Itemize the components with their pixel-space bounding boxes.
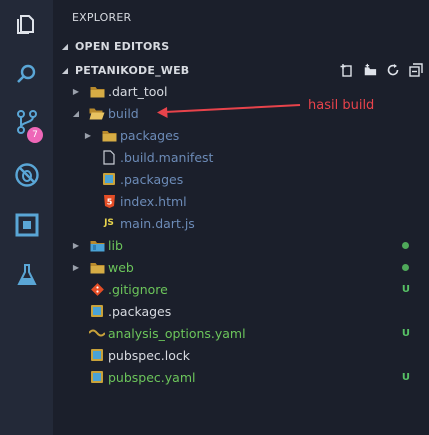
tree-file-row[interactable]: .packages: [53, 168, 429, 190]
git-status-badge: U: [401, 371, 410, 383]
chevron-down-icon: ◢: [61, 41, 69, 51]
dart-package-icon: [89, 347, 105, 363]
chevron-down-icon: ◢: [61, 65, 69, 75]
folder-icon: [101, 127, 117, 143]
tree-item-label: .build.manifest: [120, 149, 214, 165]
chevron-right-icon[interactable]: ▶: [71, 87, 81, 96]
open-editors-title: OPEN EDITORS: [75, 39, 170, 53]
tree-item-label: web: [108, 259, 134, 275]
extensions-icon[interactable]: [0, 203, 53, 247]
activity-bar: 7: [0, 0, 53, 435]
tree-folder-row[interactable]: ▶ packages: [53, 124, 429, 146]
folder-icon: [89, 83, 105, 99]
tree-item-label: pubspec.yaml: [108, 369, 196, 385]
svg-text:5: 5: [106, 197, 112, 206]
tree-file-row[interactable]: 5 index.html: [53, 190, 429, 212]
html5-icon: 5: [101, 193, 117, 209]
folder-icon: [89, 259, 105, 275]
annotation-label: hasil build: [308, 98, 375, 113]
javascript-icon: JS: [104, 218, 114, 228]
project-actions: [340, 60, 423, 80]
dart-package-icon: [101, 171, 117, 187]
dart-package-icon: [89, 369, 105, 385]
chevron-down-icon[interactable]: ◢: [71, 109, 81, 118]
yaml-icon: [89, 325, 105, 341]
annotation-arrow: [157, 104, 301, 118]
collapse-all-icon[interactable]: [409, 63, 423, 77]
tree-file-row[interactable]: .build.manifest: [53, 146, 429, 168]
project-section[interactable]: ◢ PETANIKODE_WEB: [53, 60, 429, 80]
source-control-badge: 7: [27, 127, 43, 143]
chevron-right-icon[interactable]: ▶: [83, 131, 93, 140]
tree-file-row[interactable]: pubspec.yaml U: [53, 366, 429, 388]
tree-file-row[interactable]: JS main.dart.js: [53, 212, 429, 234]
tree-item-label: build: [108, 105, 139, 121]
tree-file-row[interactable]: pubspec.lock: [53, 344, 429, 366]
tree-item-label: analysis_options.yaml: [108, 325, 246, 341]
tree-folder-row[interactable]: ▶ lib: [53, 234, 429, 256]
tree-item-label: lib: [108, 237, 123, 253]
folder-open-icon: [89, 105, 105, 121]
tree-item-label: main.dart.js: [120, 215, 195, 231]
project-title: PETANIKODE_WEB: [75, 63, 190, 77]
tree-item-label: pubspec.lock: [108, 347, 191, 363]
tree-item-label: .packages: [108, 303, 172, 319]
git-icon: [89, 281, 105, 297]
chevron-right-icon[interactable]: ▶: [71, 263, 81, 272]
tree-item-label: index.html: [120, 193, 187, 209]
tree-item-label: .gitignore: [108, 281, 168, 297]
tree-file-row[interactable]: .gitignore U: [53, 278, 429, 300]
new-folder-icon[interactable]: [363, 63, 377, 77]
debug-icon[interactable]: [0, 153, 53, 197]
git-status-badge: U: [401, 327, 410, 339]
modified-dot-icon: [402, 241, 409, 249]
tree-file-row[interactable]: .packages: [53, 300, 429, 322]
tree-file-row[interactable]: analysis_options.yaml U: [53, 322, 429, 344]
refresh-icon[interactable]: [386, 63, 400, 77]
new-file-icon[interactable]: [340, 63, 354, 77]
explorer-icon[interactable]: [0, 2, 53, 46]
tree-item-label: .packages: [120, 171, 184, 187]
dart-package-icon: [89, 303, 105, 319]
folder-icon: [89, 237, 105, 253]
modified-dot-icon: [402, 263, 409, 271]
chevron-right-icon[interactable]: ▶: [71, 241, 81, 250]
open-editors-section[interactable]: ◢ OPEN EDITORS: [53, 36, 429, 56]
file-icon: [101, 149, 117, 165]
search-icon[interactable]: [0, 52, 53, 96]
tree-folder-row[interactable]: ▶ web: [53, 256, 429, 278]
tree-item-label: packages: [120, 127, 180, 143]
file-tree: ▶ .dart_tool ◢ build ▶ packages .build.manifes…: [53, 80, 429, 388]
explorer-title: EXPLORER: [72, 11, 132, 24]
explorer-sidebar: EXPLORER ◢ OPEN EDITORS ◢ PETANIKODE_WEB…: [53, 0, 429, 435]
test-flask-icon[interactable]: [0, 253, 53, 297]
git-status-badge: U: [401, 283, 410, 295]
